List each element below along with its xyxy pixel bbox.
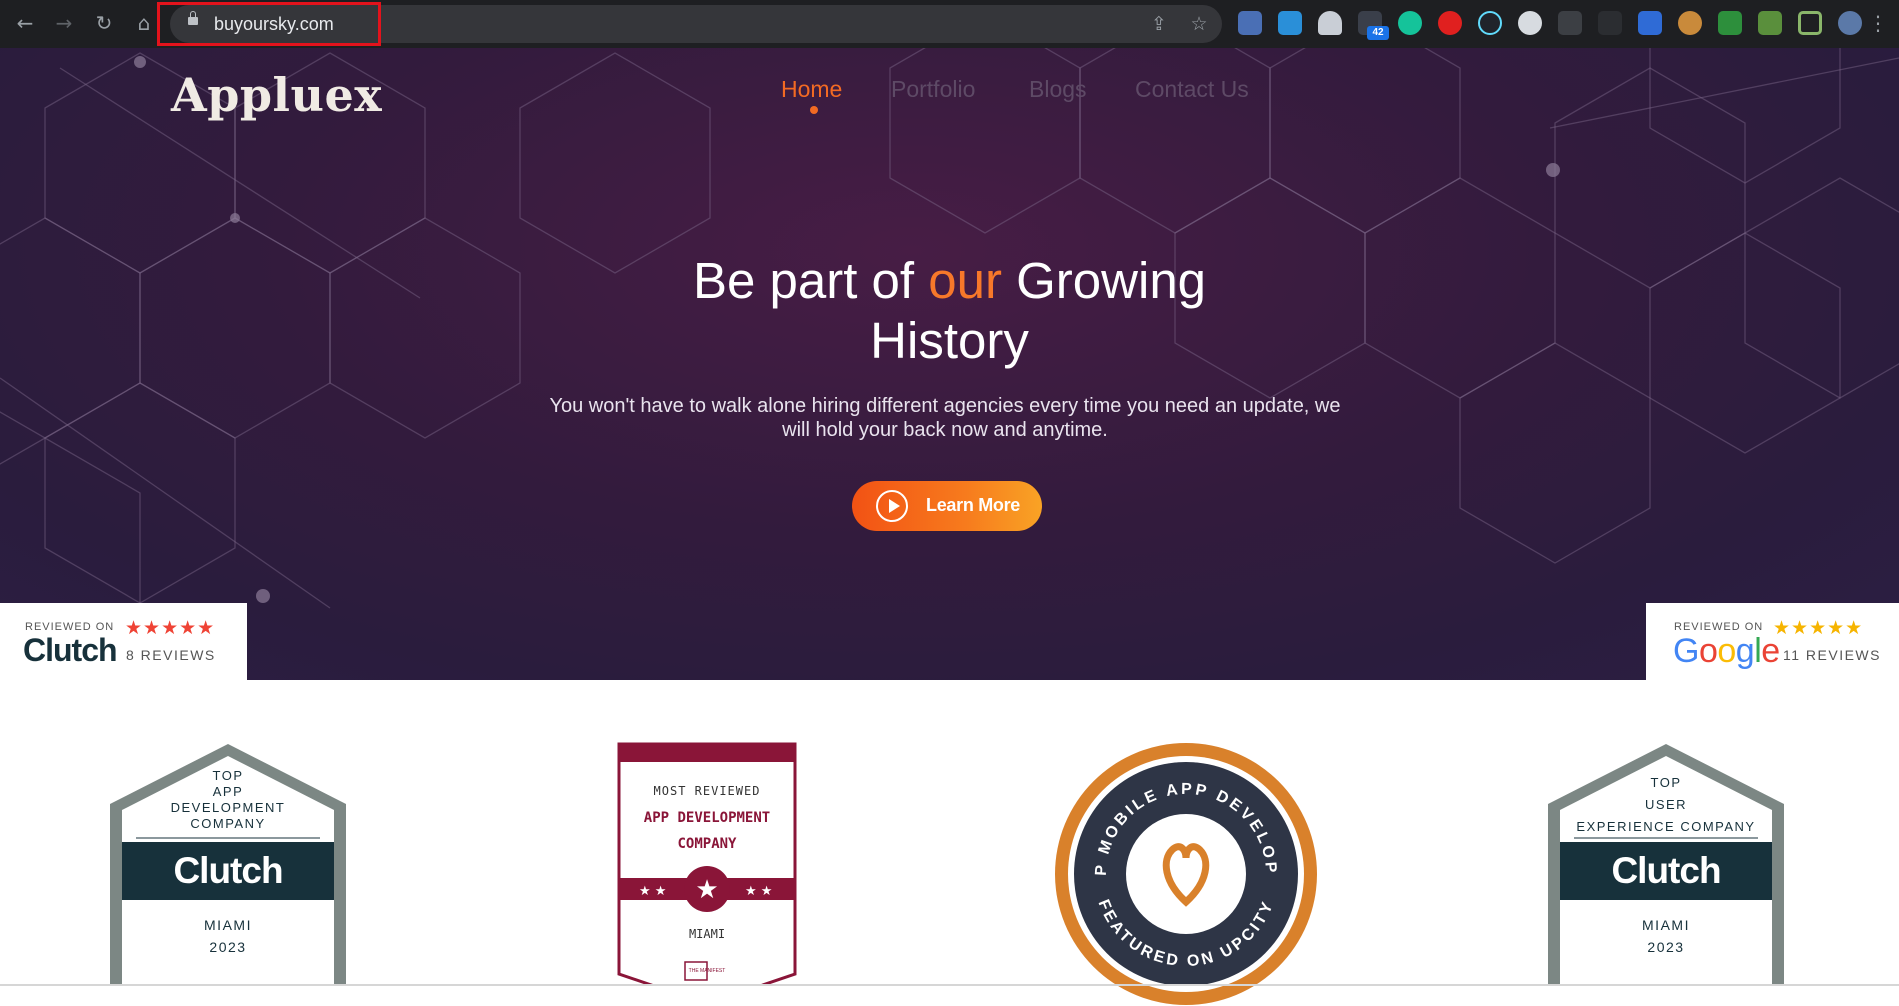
site-logo[interactable]: Appluex (171, 68, 382, 122)
svg-text:★: ★ (695, 875, 718, 905)
extension-icon[interactable] (1438, 11, 1462, 35)
extension-icon[interactable] (1518, 11, 1542, 35)
menu-icon[interactable]: ⋮ (1868, 10, 1888, 36)
badge-line: APP (212, 784, 244, 799)
badge-line: COMPANY (190, 816, 266, 831)
clutch-top-app-badge[interactable]: TOP APP DEVELOPMENT COMPANY Clutch MIAMI… (106, 742, 350, 986)
manifest-logo: THE MANIFEST (688, 968, 726, 974)
google-logo: Google (1673, 632, 1780, 670)
badge-line: TOP (212, 768, 244, 783)
svg-text:★ ★: ★ ★ (745, 884, 772, 899)
badge-city: MIAMI (204, 917, 252, 933)
nav-portfolio[interactable]: Portfolio (891, 76, 975, 103)
grammarly-icon[interactable] (1398, 11, 1422, 35)
subtext-line: will hold your back now and anytime. (782, 419, 1108, 441)
back-icon[interactable]: ← (12, 10, 38, 36)
extension-count-badge: 42 (1367, 26, 1389, 40)
badge-location: MIAMI 2023 (106, 914, 350, 958)
share-icon[interactable]: ⇪ (1146, 11, 1172, 37)
extension-icon[interactable] (1718, 11, 1742, 35)
google-review-card[interactable]: REVIEWED ON ★★★★★ Google 11 REVIEWS (1646, 603, 1899, 681)
extension-icon[interactable] (1278, 11, 1302, 35)
manifest-most-reviewed-badge[interactable]: ★ ★ ★ ★ ★ MOST REVIEWED APP DEVELOPMENT … (617, 742, 797, 986)
extension-icon[interactable] (1238, 11, 1262, 35)
review-count: 8 REVIEWS (126, 647, 216, 663)
svg-text:★ ★: ★ ★ (639, 884, 666, 899)
headline-text: Be part of (692, 252, 929, 309)
browser-toolbar: ← → ↻ ⌂ buyoursky.com ⇪ ☆ 42 ⋮ (0, 0, 1899, 48)
cookie-icon[interactable] (1678, 11, 1702, 35)
clutch-logo: Clutch (23, 632, 118, 668)
clutch-review-card[interactable]: REVIEWED ON ★★★★★ Clutch 8 REVIEWS (0, 603, 247, 681)
active-indicator-dot (810, 106, 818, 114)
badge-title: TOP APP DEVELOPMENT COMPANY (106, 768, 350, 832)
extension-icon[interactable] (1598, 11, 1622, 35)
extension-icon[interactable] (1638, 11, 1662, 35)
extensions-icon[interactable] (1758, 11, 1782, 35)
profile-icon[interactable] (1838, 11, 1862, 35)
extension-icon[interactable] (1558, 11, 1582, 35)
learn-more-label: Learn More (926, 495, 1021, 515)
hero-section: Appluex Home Portfolio Blogs Contact Us … (0, 48, 1899, 680)
upcity-top-developer-badge[interactable]: TOP MOBILE APP DEVELOPER FEATURED ON UPC… (1054, 742, 1318, 1005)
headline-accent: our (928, 252, 1002, 309)
play-icon (876, 490, 908, 522)
nav-blogs[interactable]: Blogs (1029, 76, 1087, 103)
headline-text: Growing (1001, 252, 1207, 309)
badge-line: DEVELOPMENT (170, 800, 286, 815)
learn-more-button[interactable]: Learn More (852, 481, 1042, 531)
badge-seal-shape: TOP MOBILE APP DEVELOPER FEATURED ON UPC… (1054, 742, 1317, 1005)
reload-icon[interactable]: ↻ (91, 10, 117, 36)
side-panel-icon[interactable] (1798, 11, 1822, 35)
badge-city: MIAMI (688, 927, 726, 941)
cloud-icon[interactable] (1318, 11, 1342, 35)
clutch-logo: Clutch (1611, 850, 1721, 891)
badge-city: MIAMI (1642, 917, 1690, 933)
rating-stars: ★★★★★ (1773, 617, 1864, 639)
clutch-logo: Clutch (173, 850, 283, 891)
badge-line: COMPANY (677, 836, 737, 852)
badge-shield-shape: ★ ★ ★ ★ ★ (617, 742, 797, 986)
hero-headline: Be part of our Growing (0, 251, 1899, 310)
badge-line: MOST REVIEWED (653, 784, 761, 798)
badge-line: EXPERIENCE COMPANY (1576, 819, 1756, 834)
review-count: 11 REVIEWS (1783, 647, 1881, 663)
badge-year: 2023 (1647, 939, 1685, 955)
badge-line: TOP (1650, 775, 1682, 790)
badge-location: MIAMI 2023 (1544, 914, 1788, 958)
nav-home[interactable]: Home (781, 76, 842, 103)
badge-line: USER (1644, 797, 1688, 812)
badge-title: TOP USER EXPERIENCE COMPANY (1544, 772, 1788, 838)
rating-stars: ★★★★★ (125, 617, 216, 639)
subtext-line: You won't have to walk alone hiring diff… (549, 395, 1341, 417)
clutch-top-ux-badge[interactable]: TOP USER EXPERIENCE COMPANY Clutch MIAMI… (1544, 742, 1788, 986)
badge-year: 2023 (209, 939, 247, 955)
home-icon[interactable]: ⌂ (131, 10, 157, 36)
hero-headline-line2: History (870, 312, 1029, 369)
url-highlight-box (157, 2, 381, 46)
nav-contact-us[interactable]: Contact Us (1135, 76, 1249, 103)
react-devtools-icon[interactable] (1478, 11, 1502, 35)
forward-icon[interactable]: → (51, 10, 77, 36)
badge-line: APP DEVELOPMENT (643, 810, 771, 826)
hero-subtext: You won't have to walk alone hiring diff… (520, 394, 1370, 442)
bookmark-star-icon[interactable]: ☆ (1186, 11, 1212, 37)
